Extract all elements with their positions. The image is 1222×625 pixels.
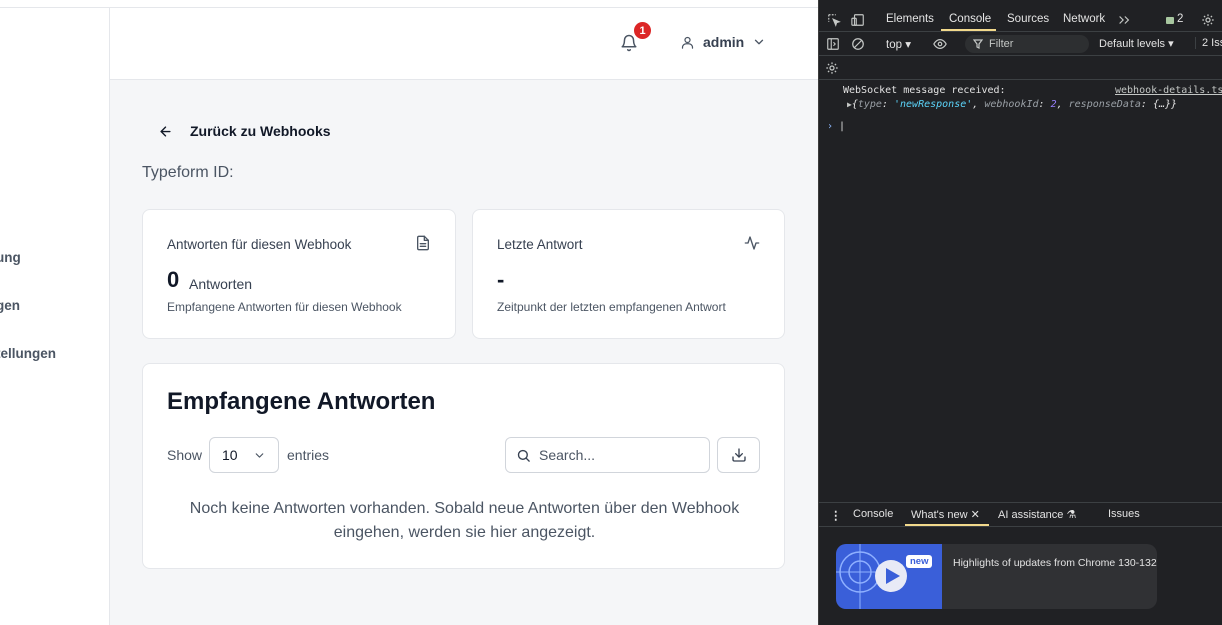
levels-label: Default levels — [1099, 38, 1166, 50]
filter-icon — [973, 39, 983, 49]
sidebar: ung gen tellungen — [0, 8, 110, 625]
entries-value: 10 — [222, 447, 238, 463]
sidebar-toggle-icon[interactable] — [826, 37, 840, 51]
back-label: Zurück zu Webhooks — [190, 123, 331, 139]
issues-counter[interactable]: 2 Issu — [1195, 37, 1222, 49]
console-prompt[interactable]: › | — [827, 121, 845, 132]
top-strip — [0, 0, 818, 8]
obj-key: webhookId — [984, 99, 1039, 110]
inspect-element-icon[interactable] — [827, 13, 841, 27]
more-tabs-icon[interactable] — [1117, 13, 1131, 27]
tab-console[interactable]: Console — [949, 13, 991, 25]
context-selector[interactable]: top ▾ — [886, 37, 911, 51]
console-toolbar: top ▾ Filter Default levels ▾ 2 Issu — [819, 32, 1222, 56]
drawer-tab-whats-new[interactable]: What's new ✕ — [911, 508, 980, 521]
responses-count-card: Antworten für diesen Webhook 0 Antworten… — [142, 209, 456, 339]
log-message: WebSocket message received: — [843, 85, 1006, 96]
card-title: Letzte Antwort — [497, 237, 583, 252]
top-header: 1 admin — [110, 8, 818, 80]
typeform-id-label: Typeform ID: — [142, 164, 234, 181]
issues-flag-icon[interactable] — [1165, 16, 1175, 26]
clear-console-icon[interactable] — [851, 37, 865, 51]
last-response-value: - — [497, 267, 505, 292]
drawer-menu-icon[interactable]: ⋮ — [830, 508, 842, 522]
obj-sep: , — [1056, 99, 1069, 110]
responses-count-value: 0 — [167, 267, 180, 292]
obj-sep: : — [1140, 99, 1153, 110]
card-description: Zeitpunkt der letzten empfangenen Antwor… — [497, 300, 726, 314]
obj-key: type — [857, 99, 882, 110]
console-filter-input[interactable]: Filter — [965, 35, 1089, 53]
close-tab-icon[interactable]: ✕ — [971, 509, 980, 521]
devtools-panel: Elements Console Sources Network 2 top ▾… — [818, 0, 1222, 625]
devtools-tabbar: Elements Console Sources Network 2 — [819, 8, 1222, 32]
entries-label: entries — [287, 447, 330, 463]
activity-icon — [744, 236, 760, 250]
cursor: | — [839, 121, 846, 132]
drawer-tab-ai-assistance[interactable]: AI assistance ⚗ — [998, 508, 1076, 521]
user-icon — [681, 36, 694, 49]
whats-new-card[interactable]: new Highlights of updates from Chrome 13… — [836, 544, 1157, 609]
drawer-active-indicator — [905, 524, 989, 526]
back-link[interactable]: Zurück zu Webhooks — [158, 123, 331, 139]
flask-icon: ⚗ — [1066, 509, 1077, 521]
chevron-down-icon — [255, 452, 264, 458]
obj-sep: : — [881, 99, 894, 110]
responses-count-unit: Antworten — [189, 276, 253, 292]
obj-sep: , — [972, 99, 985, 110]
drawer-tab-console[interactable]: Console — [853, 508, 893, 520]
active-tab-indicator — [941, 29, 996, 31]
entries-select[interactable]: 10 — [209, 437, 279, 473]
drawer-tab-issues[interactable]: Issues — [1108, 508, 1140, 520]
card-title: Antworten für diesen Webhook — [167, 237, 352, 252]
tab-elements[interactable]: Elements — [886, 13, 934, 25]
console-settings-row — [819, 56, 1222, 80]
show-label: Show — [167, 447, 203, 463]
responses-table-card: Empfangene Antworten Show 10 entries Noc… — [142, 363, 785, 569]
device-toolbar-icon[interactable] — [851, 13, 865, 27]
sidebar-item-1[interactable]: ung — [0, 250, 21, 265]
devtools-drawer: ⋮ Console What's new ✕ AI assistance ⚗ I… — [819, 502, 1222, 625]
sidebar-item-2[interactable]: gen — [0, 298, 20, 313]
whats-new-label: What's new — [911, 509, 968, 521]
obj-key: responseData — [1068, 99, 1141, 110]
log-source-link[interactable]: webhook-details.ts — [1115, 85, 1222, 96]
ai-assistance-label: AI assistance — [998, 509, 1064, 521]
sidebar-item-3[interactable]: tellungen — [0, 346, 56, 361]
obj-sep: : — [1038, 99, 1051, 110]
obj-value: 'newResponse' — [894, 99, 973, 110]
user-name: admin — [703, 34, 745, 50]
table-title: Empfangene Antworten — [167, 388, 436, 415]
log-object[interactable]: ▶{type: 'newResponse', webhookId: 2, res… — [847, 99, 1177, 110]
new-badge: new — [906, 555, 933, 568]
arrow-left-icon — [160, 125, 171, 137]
search-input[interactable] — [539, 447, 689, 463]
webhook-app: ung gen tellungen 1 admin Zurück zu Webh… — [0, 0, 818, 625]
empty-state-message: Noch keine Antworten vorhanden. Sobald n… — [189, 500, 740, 541]
notification-badge: 1 — [632, 20, 653, 41]
search-box — [505, 437, 710, 473]
last-response-card: Letzte Antwort - Zeitpunkt der letzten e… — [472, 209, 785, 339]
context-label: top — [886, 39, 902, 51]
document-icon — [417, 235, 429, 251]
promo-text: Highlights of updates from Chrome 130-13… — [953, 557, 1157, 569]
chrome-video-thumbnail-icon — [836, 544, 907, 609]
issues-badge-count[interactable]: 2 — [1177, 13, 1183, 25]
console-settings-icon[interactable] — [825, 61, 839, 75]
filter-placeholder: Filter — [989, 38, 1014, 50]
tab-sources[interactable]: Sources — [1007, 13, 1049, 25]
settings-gear-icon[interactable] — [1201, 13, 1215, 27]
download-icon — [731, 448, 746, 462]
user-menu[interactable]: admin — [680, 34, 766, 50]
drawer-tabbar: ⋮ Console What's new ✕ AI assistance ⚗ I… — [819, 503, 1222, 527]
tab-network[interactable]: Network — [1063, 13, 1105, 25]
download-button[interactable] — [717, 437, 760, 473]
obj-value: {…}} — [1152, 99, 1178, 110]
card-description: Empfangene Antworten für diesen Webhook — [167, 300, 402, 314]
promo-image: new — [836, 544, 942, 609]
eye-icon[interactable] — [933, 37, 947, 51]
search-icon — [517, 449, 530, 462]
chevron-down-icon — [755, 39, 764, 45]
log-levels-dropdown[interactable]: Default levels ▾ — [1099, 37, 1174, 50]
